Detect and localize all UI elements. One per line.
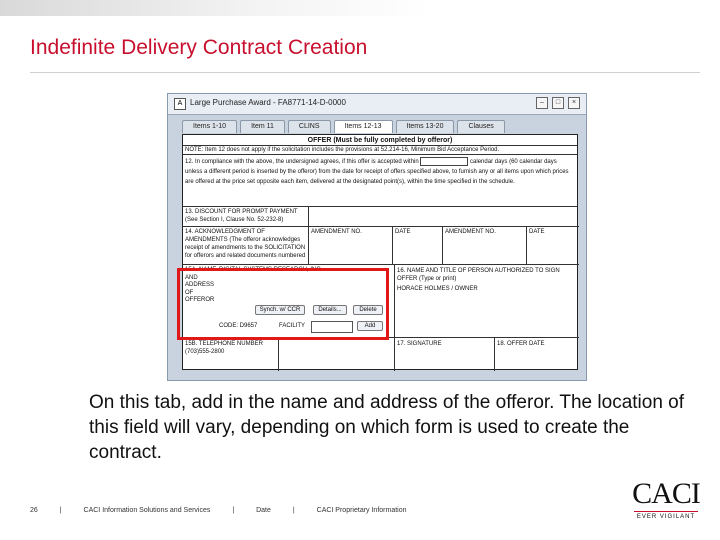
discount-field[interactable] xyxy=(309,207,579,227)
form-tabs: Items 1-10 Item 11 CLINS Items 12-13 Ite… xyxy=(182,120,505,134)
footer-sep: | xyxy=(59,507,62,514)
company-name: CACI Information Solutions and Services xyxy=(83,507,211,514)
page-number: 26 xyxy=(30,507,38,514)
tab-clauses[interactable]: Clauses xyxy=(457,120,505,133)
footer-sep: | xyxy=(232,507,235,514)
terms-part-a: 12. In compliance with the above, the un… xyxy=(185,159,419,166)
footer-sep: | xyxy=(292,507,295,514)
signature-cell: 17. SIGNATURE xyxy=(395,337,495,371)
proprietary-note: CACI Proprietary Information xyxy=(316,507,407,514)
slide-title: Indefinite Delivery Contract Creation xyxy=(30,36,368,59)
window-titlebar: A Large Purchase Award - FA8771-14-D-000… xyxy=(168,94,586,115)
top-gradient-bar xyxy=(0,0,720,16)
discount-label: 13. DISCOUNT FOR PROMPT PAYMENT (See Sec… xyxy=(183,207,309,227)
phone-label: 15B. TELEPHONE NUMBER xyxy=(185,341,263,347)
signer-section: 16. NAME AND TITLE OF PERSON AUTHORIZED … xyxy=(395,265,579,337)
offer-terms: 12. In compliance with the above, the un… xyxy=(183,155,577,207)
tab-items-1-10[interactable]: Items 1-10 xyxy=(182,120,238,133)
ack-col-amendment-1: AMENDMENT NO. xyxy=(309,227,393,265)
app-icon: A xyxy=(174,98,186,110)
maximize-icon[interactable]: □ xyxy=(552,97,564,109)
signer-name[interactable]: HORACE HOLMES / OWNER xyxy=(397,285,577,293)
ack-col-date-1: DATE xyxy=(393,227,443,265)
minimize-icon[interactable]: – xyxy=(536,97,548,109)
offer-note: NOTE: Item 12 does not apply if the soli… xyxy=(183,146,577,155)
caci-logo: CACI EVER VIGILANT xyxy=(630,477,702,521)
footer: 26 | CACI Information Solutions and Serv… xyxy=(30,507,427,514)
window-title: Large Purchase Award - FA8771-14-D-0000 xyxy=(190,98,346,107)
offer-header: OFFER (Must be fully completed by offero… xyxy=(183,135,577,146)
tab-items-13-20[interactable]: Items 13-20 xyxy=(395,120,455,133)
logo-wordmark: CACI xyxy=(632,477,701,510)
tab-items-12-13[interactable]: Items 12-13 xyxy=(333,120,393,133)
tab-item-11[interactable]: Item 11 xyxy=(240,120,285,133)
signer-label: 16. NAME AND TITLE OF PERSON AUTHORIZED … xyxy=(397,268,560,282)
footer-date: Date xyxy=(256,507,271,514)
phone-value[interactable]: (703)555-2800 xyxy=(185,348,276,356)
close-icon[interactable]: × xyxy=(568,97,580,109)
slide-caption: On this tab, add in the name and address… xyxy=(89,392,685,463)
offer-date-cell: 18. OFFER DATE xyxy=(495,337,579,371)
phone-cell: 15B. TELEPHONE NUMBER (703)555-2800 xyxy=(183,337,279,371)
logo-tagline: EVER VIGILANT xyxy=(636,514,696,520)
blank-cell xyxy=(279,337,395,371)
logo-rule xyxy=(634,511,698,512)
ack-col-date-2: DATE xyxy=(527,227,579,265)
terms-part-b: calendar days xyxy=(470,159,508,166)
title-divider xyxy=(30,72,700,73)
ack-label: 14. ACKNOWLEDGMENT OF AMENDMENTS (The of… xyxy=(183,227,309,265)
highlight-box xyxy=(177,268,389,340)
tab-clins[interactable]: CLINS xyxy=(287,120,331,133)
ack-col-amendment-2: AMENDMENT NO. xyxy=(443,227,527,265)
calendar-days-input[interactable] xyxy=(420,157,469,166)
